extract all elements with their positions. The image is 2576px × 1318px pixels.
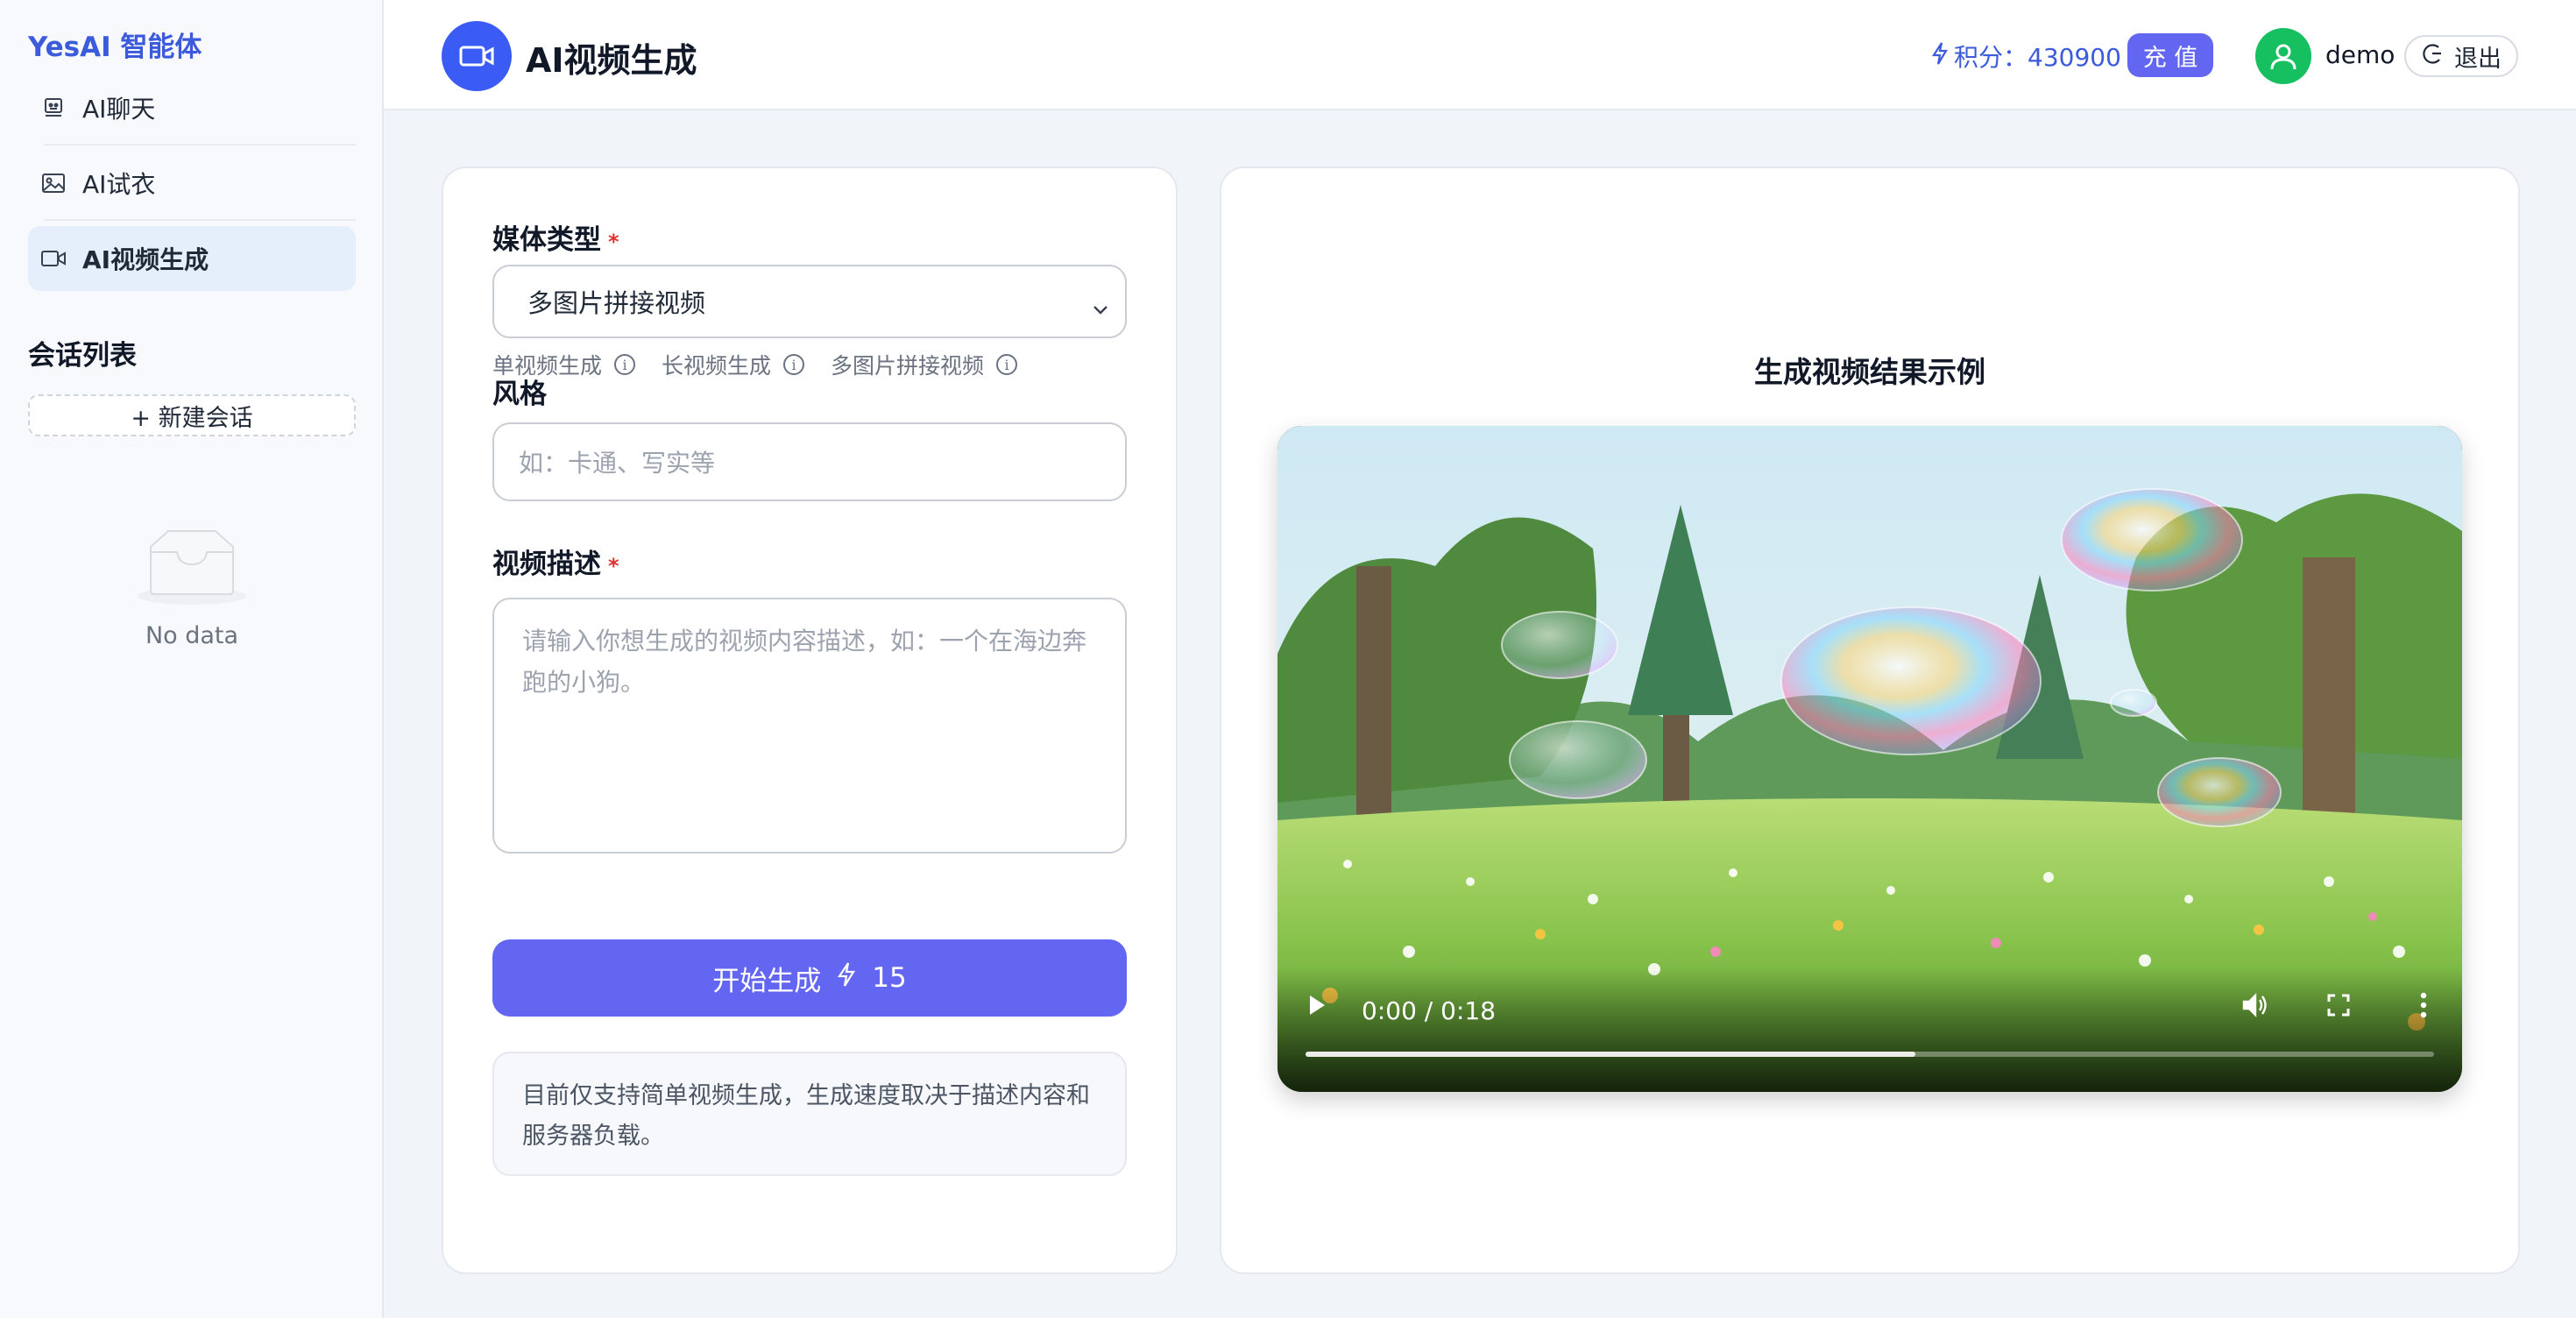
hint-long-video: 长视频生成 i [662,349,805,380]
info-note: 目前仅支持简单视频生成，生成速度取决于描述内容和服务器负载。 [492,1052,1127,1176]
info-icon[interactable]: i [614,354,636,375]
sidebar-item-label: AI试衣 [82,170,156,199]
recharge-button[interactable]: 充 值 [2127,33,2213,77]
lightning-icon [837,961,856,995]
generate-label: 开始生成 [712,965,822,997]
sidebar-item-label: AI视频生成 [82,245,209,274]
points-label: 积分：430900 [1954,43,2121,72]
bot-icon [40,95,67,121]
video-buffer-fill [1306,1052,1915,1057]
media-type-label: 媒体类型 * [492,224,619,256]
empty-state-text: No data [145,622,239,649]
sidebar-item-ai-tryon[interactable]: AI试衣 [28,151,356,221]
video-icon [442,21,512,91]
info-icon[interactable]: i [783,354,805,375]
image-icon [40,170,67,196]
points-display: 积分：430900 [1931,39,2121,74]
info-icon[interactable]: i [996,354,1018,375]
logout-button[interactable]: 退出 [2404,35,2518,77]
generate-cost: 15 [872,962,907,994]
result-title: 生成视频结果示例 [1754,355,1985,389]
required-asterisk: * [608,554,619,578]
chevron-down-icon [1092,293,1109,322]
fullscreen-icon[interactable] [2327,994,2350,1020]
media-type-select[interactable]: 多图片拼接视频 [492,265,1127,338]
video-controls: 0:00 / 0:18 [1277,969,2462,1092]
new-chat-button[interactable]: + 新建会话 [28,394,356,436]
style-input[interactable]: 如：卡通、写实等 [492,422,1127,501]
result-card: 生成视频结果示例 0:00 / 0:18 [1220,167,2520,1274]
sidebar: YesAI 智能体 AI聊天 AI试衣 AI视频生成 会话列表 + 新建会话 N… [0,0,384,1318]
video-player[interactable]: 0:00 / 0:18 [1277,426,2462,1092]
video-icon [40,245,67,272]
hint-multi-image-video: 多图片拼接视频 i [831,349,1018,380]
generate-button[interactable]: 开始生成 15 [492,939,1127,1017]
play-icon[interactable] [1307,994,1327,1020]
more-options-icon[interactable] [2420,992,2427,1022]
volume-icon[interactable] [2241,992,2269,1022]
lightning-icon [1931,41,1949,72]
style-label: 风格 [492,379,547,410]
required-asterisk: * [608,230,619,254]
username: demo [2325,40,2396,69]
user-icon [2270,44,2296,70]
conversation-list-title: 会话列表 [28,340,137,372]
media-type-hints: 单视频生成 i 长视频生成 i 多图片拼接视频 i [492,349,1018,380]
media-type-value: 多图片拼接视频 [527,288,706,318]
video-progress-bar[interactable] [1306,1052,2434,1057]
description-label: 视频描述 * [492,549,619,580]
sidebar-item-ai-video[interactable]: AI视频生成 [28,226,356,291]
video-time: 0:00 / 0:18 [1362,996,1497,1025]
inbox-icon [133,526,251,610]
top-header: AI视频生成 积分：430900 充 值 demo 退出 [384,0,2576,110]
brand-title: YesAI 智能体 [28,32,202,63]
logout-label: 退出 [2454,45,2502,73]
sidebar-item-label: AI聊天 [82,95,156,124]
page-title: AI视频生成 [526,41,697,80]
description-textarea[interactable]: 请输入你想生成的视频内容描述，如：一个在海边奔跑的小狗。 [492,598,1127,854]
avatar[interactable] [2255,28,2311,84]
sidebar-item-ai-chat[interactable]: AI聊天 [28,75,356,145]
logout-icon [2421,42,2444,71]
video-form-card: 媒体类型 * 多图片拼接视频 单视频生成 i 长视频生成 i 多图片拼接视频 i 风格 … [442,167,1178,1274]
